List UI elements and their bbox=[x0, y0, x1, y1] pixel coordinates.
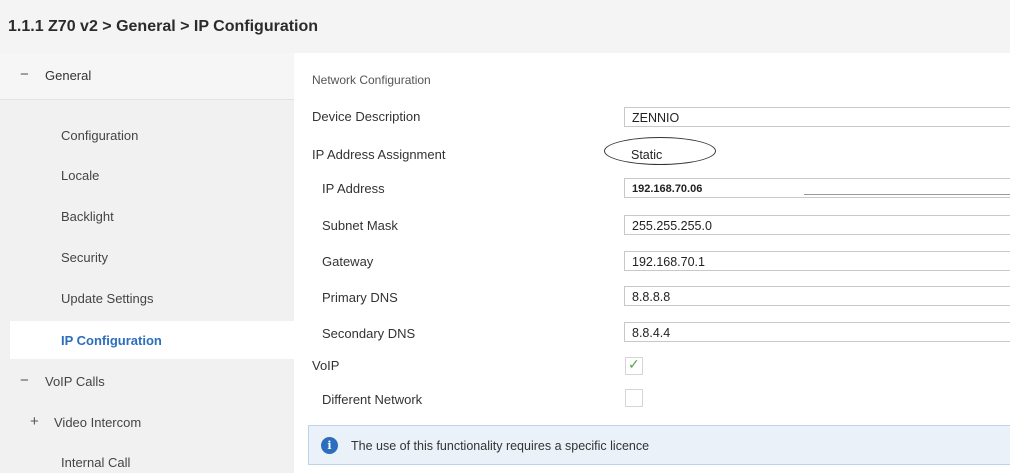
secondary-dns-input[interactable]: 8.8.4.4 bbox=[624, 322, 1010, 342]
subnet-mask-input[interactable]: 255.255.255.0 bbox=[624, 215, 1010, 235]
main-panel: Network Configuration Device Description… bbox=[294, 53, 1010, 473]
collapse-icon[interactable]: − bbox=[20, 66, 29, 83]
voip-checkbox[interactable]: ✓ bbox=[625, 356, 643, 375]
different-network-label: Different Network bbox=[322, 392, 423, 407]
page-title: 1.1.1 Z70 v2 > General > IP Configuratio… bbox=[8, 18, 319, 35]
sidebar-section-label: VoIP Calls bbox=[45, 374, 105, 389]
sidebar: − General Configuration Locale Backlight… bbox=[0, 53, 294, 473]
annotation-line bbox=[804, 194, 1010, 195]
check-icon: ✓ bbox=[628, 356, 640, 372]
device-description-label: Device Description bbox=[312, 109, 421, 124]
collapse-icon[interactable]: − bbox=[20, 372, 29, 389]
sidebar-section-label: Video Intercom bbox=[54, 415, 142, 430]
info-banner: i The use of this functionality requires… bbox=[308, 425, 1010, 465]
sidebar-item-update-settings[interactable]: Update Settings bbox=[61, 291, 154, 306]
expand-icon[interactable]: + bbox=[30, 413, 39, 430]
sidebar-item-locale[interactable]: Locale bbox=[61, 168, 99, 183]
sidebar-item-security[interactable]: Security bbox=[61, 250, 108, 265]
ip-address-label: IP Address bbox=[322, 181, 385, 196]
device-description-input[interactable]: ZENNIO bbox=[624, 107, 1010, 127]
info-text: The use of this functionality requires a… bbox=[351, 439, 650, 453]
ip-assignment-label: IP Address Assignment bbox=[312, 147, 446, 162]
gateway-input[interactable]: 192.168.70.1 bbox=[624, 251, 1010, 271]
annotation-ellipse bbox=[604, 137, 716, 165]
gateway-label: Gateway bbox=[322, 254, 374, 269]
primary-dns-input[interactable]: 8.8.8.8 bbox=[624, 286, 1010, 306]
secondary-dns-label: Secondary DNS bbox=[322, 326, 416, 341]
primary-dns-label: Primary DNS bbox=[322, 290, 398, 305]
section-title: Network Configuration bbox=[312, 73, 431, 87]
subnet-mask-label: Subnet Mask bbox=[322, 218, 398, 233]
sidebar-item-configuration[interactable]: Configuration bbox=[61, 128, 138, 143]
voip-label: VoIP bbox=[312, 358, 340, 373]
different-network-checkbox[interactable] bbox=[625, 389, 643, 407]
sidebar-item-ip-configuration[interactable]: IP Configuration bbox=[10, 321, 294, 359]
sidebar-item-internal-call[interactable]: Internal Call bbox=[61, 455, 130, 470]
info-icon: i bbox=[321, 437, 338, 454]
sidebar-section-label: General bbox=[45, 68, 92, 83]
sidebar-item-label: IP Configuration bbox=[61, 333, 162, 348]
sidebar-item-backlight[interactable]: Backlight bbox=[61, 209, 114, 224]
title-bar: 1.1.1 Z70 v2 > General > IP Configuratio… bbox=[0, 0, 1010, 53]
ip-address-input[interactable]: 192.168.70.06 bbox=[624, 178, 1010, 198]
sidebar-section-general[interactable]: − General bbox=[0, 53, 294, 100]
